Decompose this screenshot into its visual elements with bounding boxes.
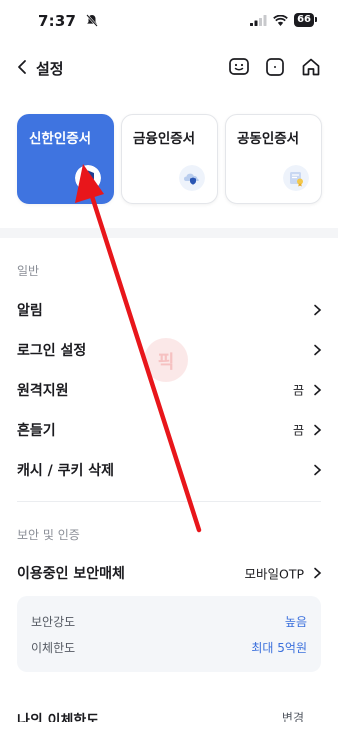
muted-bell-icon [86,14,98,27]
chevron-right-icon [314,464,322,476]
cert-card-joint[interactable]: 공동인증서 [225,114,322,204]
chevron-right-icon [314,384,322,396]
chevron-right-icon [314,304,322,316]
row-label: 알림 [17,303,43,319]
section-title-security: 보안 및 인증 [17,528,80,542]
battery-indicator: 66 [294,13,317,27]
cert-card-label: 신한인증서 [29,131,92,147]
square-icon[interactable] [264,56,286,78]
wifi-icon [273,14,288,26]
watermark-badge: 픽 [144,338,188,382]
header-actions [228,56,322,78]
row-value: 변경 [281,711,304,722]
row-value: 모바일OTP [244,566,304,582]
row-value: 끔 [292,423,304,438]
status-right: 66 [250,13,317,27]
shield-s-icon: S [75,165,101,191]
watermark-text: 픽 [157,352,175,373]
page-title: 설정 [36,60,64,78]
settings-row-transfer-limit[interactable]: 나의 이체한도 변경 [0,682,338,722]
settings-row-shake[interactable]: 흔들기 끔 [0,410,338,450]
row-label: 흔들기 [17,423,56,439]
detail-value: 최대 5억원 [251,641,307,655]
row-label: 원격지원 [17,383,69,399]
back-chevron-icon[interactable] [14,58,32,76]
certificate-icon [283,165,309,191]
settings-row-security-media[interactable]: 이용중인 보안매체 모바일OTP [0,553,338,593]
chevron-right-icon [314,344,322,356]
detail-key: 이체한도 [31,641,76,655]
status-time: 7:37 [38,12,77,30]
detail-row-limit: 이체한도 최대 5억원 [31,639,307,656]
detail-row-strength: 보안강도 높음 [31,613,307,630]
section-title-general: 일반 [17,264,40,278]
cert-card-financial[interactable]: 금융인증서 [121,114,218,204]
security-details-box: 보안강도 높음 이체한도 최대 5억원 [17,596,321,672]
detail-key: 보안강도 [31,615,76,629]
row-label: 캐시 / 쿠키 삭제 [17,463,115,479]
chevron-right-icon [314,424,322,436]
detail-value: 높음 [284,615,307,629]
row-value: 끔 [292,383,304,398]
section-divider [0,228,338,238]
row-label: 이용중인 보안매체 [17,566,125,582]
settings-row-clear-cache[interactable]: 캐시 / 쿠키 삭제 [0,450,338,490]
settings-row-notifications[interactable]: 알림 [0,290,338,330]
chat-face-icon[interactable] [228,56,250,78]
chevron-right-icon [314,567,322,579]
row-label: 나의 이체한도 [17,713,100,722]
cloud-shield-icon [179,165,205,191]
home-icon[interactable] [300,56,322,78]
cert-card-shinhan[interactable]: 신한인증서 S [17,114,114,204]
row-label: 로그인 설정 [17,343,87,359]
cert-card-label: 공동인증서 [237,131,300,147]
signal-icon [250,14,267,26]
svg-text:S: S [85,174,91,183]
cert-card-label: 금융인증서 [133,131,196,147]
divider-line [17,501,321,502]
